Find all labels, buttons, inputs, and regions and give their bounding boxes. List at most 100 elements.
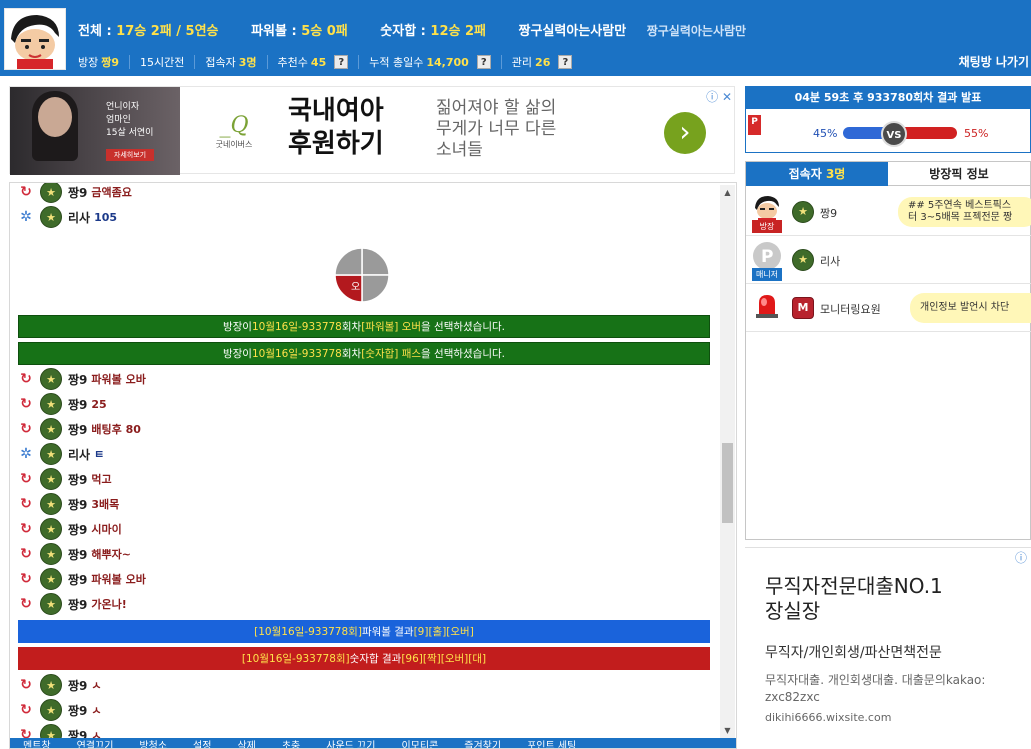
- users-tabs: 접속자 3명 방장픽 정보: [746, 162, 1030, 186]
- ad-info-icon[interactable]: ⓘ: [1015, 549, 1027, 566]
- cumulative-help-button[interactable]: ?: [476, 55, 491, 69]
- result-value: [9][홀][오버]: [413, 626, 474, 638]
- ad-info-close-icon[interactable]: ⓘ ✕: [706, 88, 732, 105]
- result-value: [96][짝][오버][대]: [401, 653, 487, 665]
- sum-value: 12승 2패: [430, 24, 487, 39]
- recommend-value: 45: [310, 55, 327, 69]
- powerball-result-bar: [10월16일-933778회] 파워볼 결과 [9][홀][오버]: [18, 620, 710, 643]
- chat-message: ↻ ★ 짱9 먹고: [18, 468, 112, 490]
- notice-suffix: 을 선택하셨습니다.: [421, 348, 506, 360]
- ad-headline-line-2: 후원하기: [288, 129, 384, 159]
- ad-photo-text: 언니이자 엄마인 15살 서연이: [106, 101, 153, 140]
- chat-message: ✲ ★ 리사 105: [18, 206, 117, 228]
- chat-nick[interactable]: 짱9: [68, 371, 87, 388]
- record-summary: 전체 : 17승 2패 / 5연승 파워볼 : 5승 0패 숫자합 : 12승 …: [78, 20, 746, 39]
- uptime: 15시간전: [140, 56, 185, 69]
- user-row[interactable]: M 모니터링요원 개인정보 발언시 차단: [746, 284, 1031, 332]
- tab-host-pick[interactable]: 방장픽 정보: [888, 162, 1030, 186]
- cumulative-label: 누적 총일수: [369, 56, 424, 69]
- ad-banner[interactable]: 언니이자 엄마인 15살 서연이 자세히보기 _Q 굿네이버스 국내여아 후원하…: [9, 86, 735, 175]
- chat-text: 25: [91, 397, 107, 411]
- toolbar-item[interactable]: 초충: [282, 738, 300, 749]
- chat-nick[interactable]: 짱9: [68, 396, 87, 413]
- scroll-down-icon[interactable]: ▼: [720, 723, 735, 738]
- host-role-icon: ↻: [20, 521, 32, 537]
- users-label: 접속자: [205, 56, 236, 69]
- chat-nick[interactable]: 짱9: [68, 521, 87, 538]
- toolbar-item[interactable]: 연결끄기: [77, 738, 114, 749]
- total-value: 17승 2패 / 5연승: [116, 24, 219, 39]
- host-role-icon: ↻: [20, 421, 32, 437]
- toolbar-item[interactable]: 설정: [193, 738, 211, 749]
- rank-badge-icon: ★: [40, 468, 62, 490]
- chat-message: ↻ ★ 짱9 3배목: [18, 493, 119, 515]
- chat-nick[interactable]: 짱9: [68, 546, 87, 563]
- toolbar-item[interactable]: 포인트 세팅: [527, 738, 576, 749]
- chat-nick[interactable]: 짱9: [68, 471, 87, 488]
- rank-badge-icon: ★: [40, 393, 62, 415]
- user-row[interactable]: P 매니저 ★ 리사: [746, 236, 1031, 284]
- host-role-icon: ↻: [20, 184, 32, 200]
- exit-room-button[interactable]: 채팅방 나가기: [959, 53, 1029, 70]
- chat-nick[interactable]: 리사: [68, 209, 90, 226]
- chat-message: ↻ ★ 짱9 해뿌자~: [18, 543, 131, 565]
- host-role-icon: ↻: [20, 371, 32, 387]
- room-title-secondary: 짱구실력아는사람만: [646, 24, 747, 38]
- chat-nick[interactable]: 짱9: [68, 184, 87, 201]
- chat-message: ↻ ★ 짱9 ㅅ: [18, 674, 102, 696]
- chat-nick[interactable]: 리사: [68, 446, 90, 463]
- chat-scrollbar[interactable]: ▲ ▼: [720, 185, 735, 738]
- notice-round: 10월16일-933778: [251, 321, 342, 333]
- ad-photo-face: [38, 97, 72, 137]
- tab-users-count: 3명: [825, 167, 846, 181]
- chat-nick[interactable]: 짱9: [68, 727, 87, 739]
- host-role-icon: ↻: [20, 471, 32, 487]
- ad-subtext: 짊어져야 할 삶의 무게가 너무 다른 소녀들: [436, 98, 556, 161]
- system-notice-sum: 방장이 10월16일-933778 회차 [숫자합] 패스 을 선택하셨습니다.: [18, 342, 710, 365]
- toolbar-item[interactable]: 이모티콘: [401, 738, 438, 749]
- tab-users[interactable]: 접속자 3명: [746, 162, 888, 186]
- user-row[interactable]: 방장 ★ 짱9 ## 5주연속 베스트픽스 터 3~5배목 프젝전문 짱: [746, 188, 1031, 236]
- toolbar-item[interactable]: 사운드 끄기: [326, 738, 375, 749]
- tab-users-label: 접속자: [788, 167, 822, 181]
- notice-round: 10월16일-933778: [251, 348, 342, 360]
- bubble-line-2: 터 3~5배목 프젝전문 짱: [908, 212, 1013, 223]
- toolbar-item[interactable]: 즐겨찾기: [464, 738, 501, 749]
- chat-nick[interactable]: 짱9: [68, 421, 87, 438]
- toolbar-item[interactable]: 방청소: [139, 738, 167, 749]
- chat-nick[interactable]: 짱9: [68, 677, 87, 694]
- powerball-label: 파워볼 :: [251, 24, 302, 39]
- chat-nick[interactable]: 짱9: [68, 702, 87, 719]
- toolbar-item[interactable]: 삭제: [237, 738, 255, 749]
- side-ad-headline-2: 장실장: [765, 599, 821, 623]
- ad-headline: 국내여아 후원하기: [288, 95, 384, 161]
- ad-go-arrow-icon[interactable]: ›: [664, 112, 706, 154]
- rank-badge-icon: ★: [40, 418, 62, 440]
- host-role-icon: ↻: [20, 396, 32, 412]
- notice-suffix: 을 선택하셨습니다.: [421, 321, 506, 333]
- user-name[interactable]: 리사: [820, 253, 840, 269]
- toolbar-item[interactable]: 멘트창: [23, 738, 51, 749]
- chat-nick[interactable]: 짱9: [68, 496, 87, 513]
- scroll-thumb[interactable]: [722, 443, 733, 523]
- user-name[interactable]: 짱9: [820, 205, 837, 221]
- rank-badge-icon: ★: [40, 443, 62, 465]
- user-role-badge: 매니저: [752, 268, 782, 281]
- p-badge: P: [748, 115, 761, 135]
- pie-label: 오: [351, 282, 360, 293]
- scroll-up-icon[interactable]: ▲: [720, 185, 735, 200]
- host-role-icon: ↻: [20, 546, 32, 562]
- manage-help-button[interactable]: ?: [558, 55, 573, 69]
- chat-nick[interactable]: 짱9: [68, 571, 87, 588]
- side-ad-sub: 무직자/개인회생/파산면책전문: [765, 645, 942, 661]
- rank-badge-icon: ★: [40, 543, 62, 565]
- chat-nick[interactable]: 짱9: [68, 596, 87, 613]
- recommend-help-button[interactable]: ?: [334, 55, 349, 69]
- notice-mid: 회차: [341, 348, 362, 360]
- ad-photo-button[interactable]: 자세히보기: [106, 149, 154, 161]
- user-name[interactable]: 모니터링요원: [820, 301, 881, 317]
- side-ad-url[interactable]: dikihi6666.wixsite.com: [765, 711, 891, 724]
- side-ad[interactable]: ⓘ 무직자전문대출NO.1 장실장 무직자/개인회생/파산면책전문 무직자대출.…: [745, 547, 1031, 749]
- ad-photo-line-1: 언니이자: [106, 102, 140, 112]
- manager-role-icon: ✲: [20, 446, 32, 462]
